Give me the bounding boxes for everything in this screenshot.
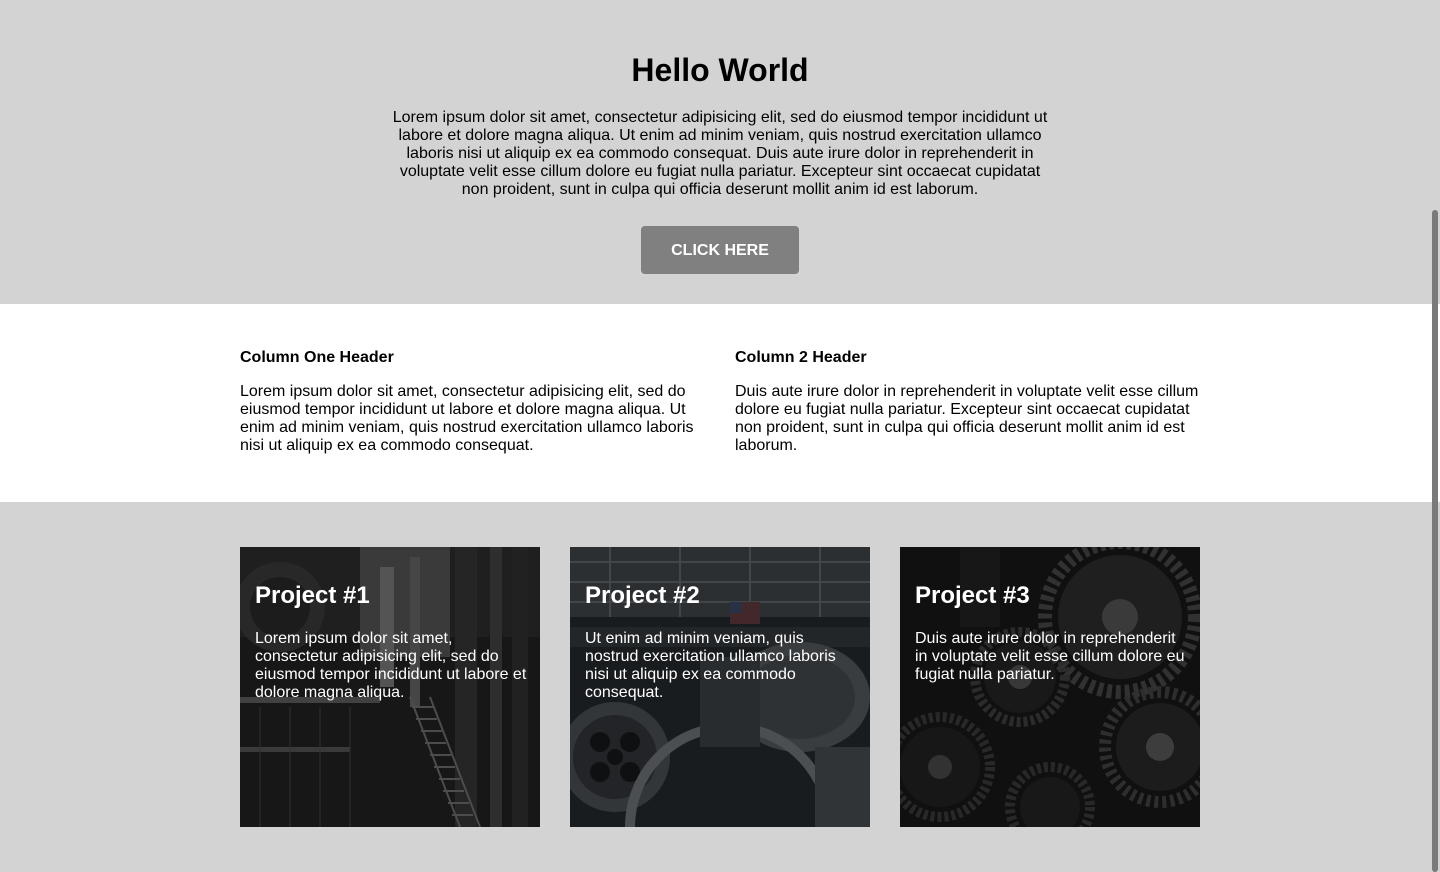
click-here-button[interactable]: CLICK HERE bbox=[641, 226, 799, 274]
page-title: Hello World bbox=[631, 52, 809, 88]
project-title: Project #1 bbox=[255, 582, 370, 609]
column-one-header: Column One Header bbox=[240, 349, 394, 366]
column-two: Column 2 Header Duis aute irure dolor in… bbox=[735, 349, 1200, 455]
column-one-text: Lorem ipsum dolor sit amet, consectetur … bbox=[240, 383, 694, 454]
page: Hello World Lorem ipsum dolor sit amet, … bbox=[0, 0, 1440, 872]
column-one: Column One Header Lorem ipsum dolor sit … bbox=[240, 349, 705, 455]
project-title: Project #2 bbox=[585, 582, 700, 609]
project-card-1[interactable]: Project #1 Lorem ipsum dolor sit amet, c… bbox=[240, 547, 540, 827]
column-two-header: Column 2 Header bbox=[735, 349, 867, 366]
hero-section: Hello World Lorem ipsum dolor sit amet, … bbox=[0, 0, 1440, 304]
hero-text: Lorem ipsum dolor sit amet, consectetur … bbox=[392, 109, 1048, 198]
project-description: Duis aute irure dolor in reprehenderit i… bbox=[915, 630, 1185, 683]
project-title: Project #3 bbox=[915, 582, 1030, 609]
column-two-text: Duis aute irure dolor in reprehenderit i… bbox=[735, 383, 1199, 454]
vertical-scrollbar[interactable] bbox=[1430, 210, 1440, 872]
project-card-3[interactable]: Project #3 Duis aute irure dolor in repr… bbox=[900, 547, 1200, 827]
project-description: Ut enim ad minim veniam, quis nostrud ex… bbox=[585, 630, 836, 701]
projects-section: Project #1 Lorem ipsum dolor sit amet, c… bbox=[0, 502, 1440, 872]
columns-section: Column One Header Lorem ipsum dolor sit … bbox=[0, 304, 1440, 502]
scrollbar-thumb[interactable] bbox=[1432, 210, 1438, 872]
project-description: Lorem ipsum dolor sit amet, consectetur … bbox=[255, 630, 527, 701]
project-card-2[interactable]: Project #2 Ut enim ad minim veniam, quis… bbox=[570, 547, 870, 827]
